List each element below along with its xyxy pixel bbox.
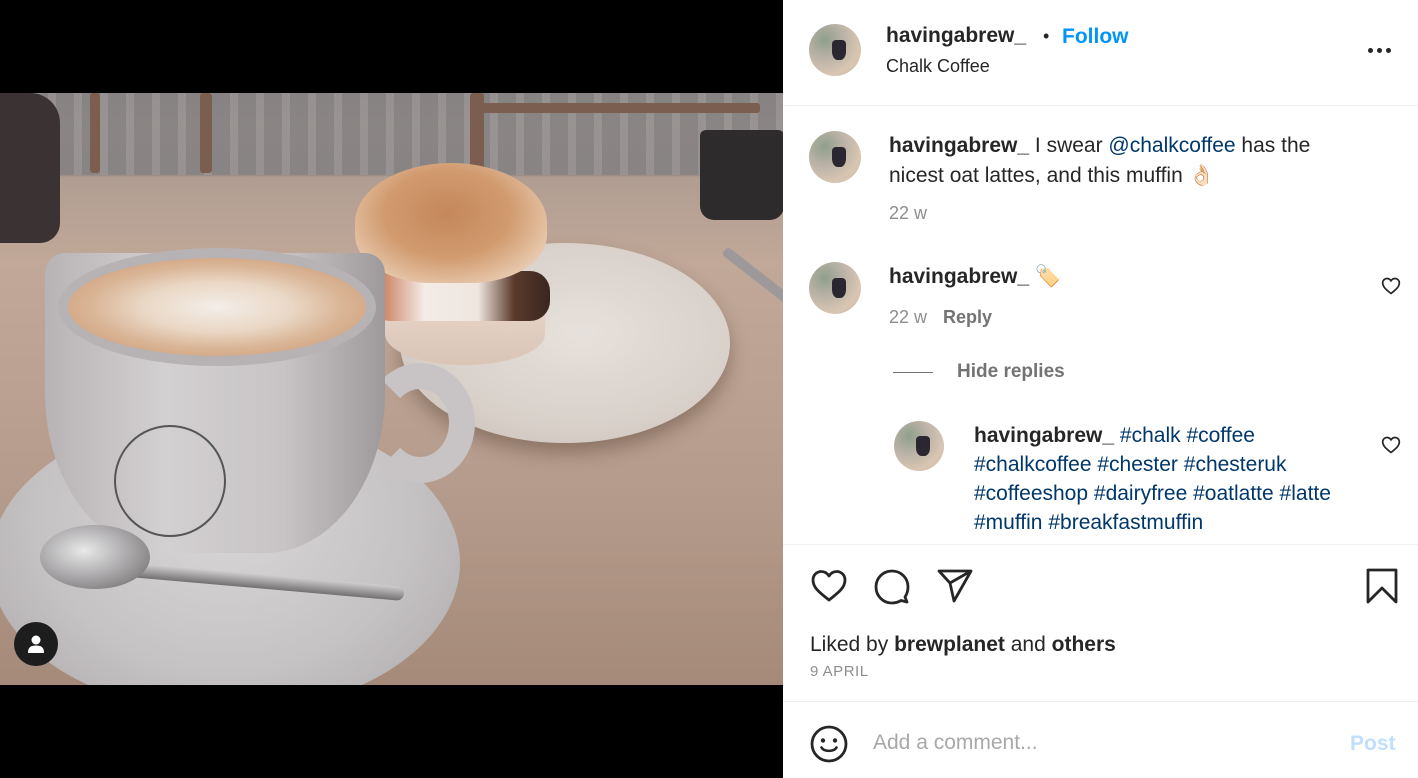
hashtag[interactable]: #latte (1280, 482, 1331, 505)
photo-knife (721, 246, 783, 310)
caption-username[interactable]: havingabrew_ (889, 134, 1029, 157)
comment-avatar[interactable] (809, 262, 861, 314)
reply-avatar[interactable] (894, 421, 944, 471)
photo-chair-rail (480, 103, 760, 113)
share-icon[interactable] (935, 566, 975, 606)
reply-like-icon[interactable] (1381, 435, 1401, 455)
post-photo[interactable] (0, 93, 783, 685)
photo-chair-leg (90, 93, 100, 173)
hashtag[interactable]: #coffee (1186, 424, 1255, 447)
comment-like-icon[interactable] (1381, 276, 1401, 296)
comment-username[interactable]: havingabrew_ (889, 265, 1029, 288)
likes-prefix: Liked by (810, 633, 895, 656)
photo-chair-leg (200, 93, 212, 173)
person-icon (28, 635, 44, 653)
reply-button[interactable]: Reply (943, 307, 992, 327)
liked-by-user[interactable]: brewplanet (894, 633, 1005, 656)
hide-replies-line (893, 371, 933, 373)
comment-time[interactable]: 22 w (889, 307, 927, 327)
post-button[interactable]: Post (1350, 732, 1396, 756)
hashtag[interactable]: #breakfastmuffin (1048, 511, 1203, 534)
caption-text: havingabrew_ I swear @chalkcoffee has th… (889, 131, 1359, 191)
likes-summary: Liked by brewplanet and others (810, 633, 1116, 657)
author-avatar[interactable] (809, 24, 861, 76)
more-options-button[interactable] (1361, 36, 1397, 64)
reply-text: havingabrew_ #chalk #coffee #chalkcoffee… (974, 421, 1354, 537)
hide-replies-label: Hide replies (957, 361, 1065, 382)
author-username[interactable]: havingabrew_ (886, 24, 1026, 48)
post-actions: Liked by brewplanet and others 9 APRIL (783, 544, 1418, 701)
more-dot (1376, 47, 1382, 53)
photo-spoon-head (40, 525, 150, 589)
hashtag[interactable]: #chalkcoffee (974, 453, 1092, 476)
hashtag[interactable]: #muffin (974, 511, 1043, 534)
liked-by-others[interactable]: others (1052, 633, 1116, 656)
caption-text-before: I swear (1029, 134, 1109, 157)
hashtag[interactable]: #chesteruk (1184, 453, 1287, 476)
tagged-users-button[interactable] (14, 622, 58, 666)
post-sidebar: havingabrew_ • Follow Chalk Coffee havin… (783, 0, 1418, 778)
comment-meta: 22 w Reply (889, 307, 992, 328)
photo-muffin-top (355, 163, 547, 283)
caption-mention[interactable]: @chalkcoffee (1108, 134, 1235, 157)
header-separator: • (1043, 26, 1050, 46)
photo-cup-logo (114, 425, 226, 537)
follow-button[interactable]: Follow (1062, 25, 1129, 49)
photo-latte-art (58, 248, 376, 366)
hashtag[interactable]: #oatlatte (1193, 482, 1274, 505)
hashtag[interactable]: #coffeeshop (974, 482, 1088, 505)
emoji-icon[interactable] (809, 724, 849, 764)
comment-emoji: 🏷️ (1034, 265, 1062, 288)
bookmark-icon[interactable] (1362, 566, 1402, 606)
heart-icon[interactable] (809, 566, 849, 606)
hashtag[interactable]: #dairyfree (1094, 482, 1187, 505)
more-horizontal-icon (1367, 47, 1373, 53)
photo-dark-cup (700, 130, 783, 220)
location-link[interactable]: Chalk Coffee (886, 56, 990, 77)
comments-list[interactable]: havingabrew_ I swear @chalkcoffee has th… (783, 107, 1418, 544)
hashtag[interactable]: #chester (1097, 453, 1178, 476)
photo-jug (0, 93, 60, 243)
reply-username[interactable]: havingabrew_ (974, 424, 1114, 447)
more-dot (1385, 47, 1391, 53)
post-date[interactable]: 9 APRIL (810, 663, 869, 680)
post-header: havingabrew_ • Follow Chalk Coffee (783, 0, 1418, 106)
caption-emoji: 👌🏻 (1188, 164, 1215, 187)
comment-text: havingabrew_ 🏷️ (889, 262, 1061, 292)
comment-icon[interactable] (872, 566, 912, 606)
caption-avatar[interactable] (809, 131, 861, 183)
post-media (0, 0, 783, 778)
comment-input[interactable] (873, 724, 1323, 762)
hide-replies-button[interactable]: Hide replies (893, 361, 1065, 383)
caption-time[interactable]: 22 w (889, 203, 927, 224)
comment-composer: Post (783, 701, 1418, 778)
likes-middle: and (1004, 633, 1052, 656)
hashtag[interactable]: #chalk (1120, 424, 1181, 447)
